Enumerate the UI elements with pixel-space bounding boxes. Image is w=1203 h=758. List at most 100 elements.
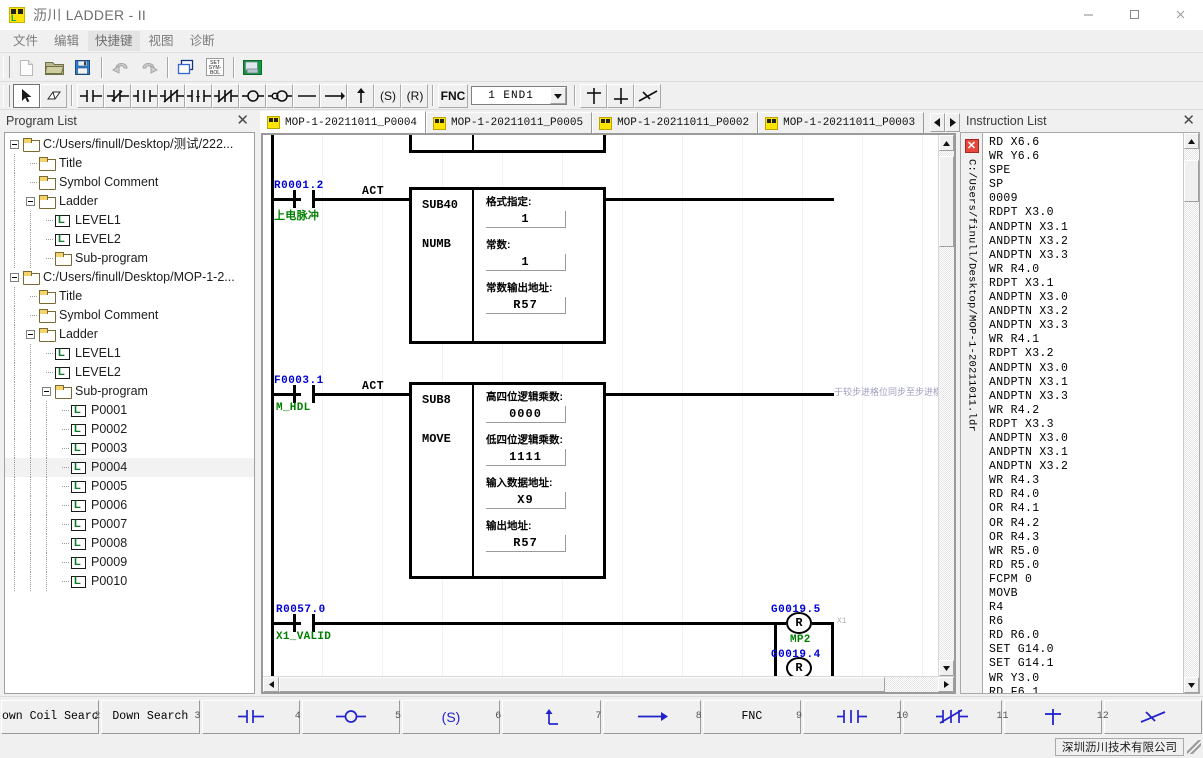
- set-symbol-icon[interactable]: SET SYM- BOL: [201, 55, 228, 80]
- tree-item[interactable]: P0009: [5, 553, 254, 572]
- tree-item[interactable]: LEVEL2: [5, 363, 254, 382]
- tree-item[interactable]: Symbol Comment: [5, 306, 254, 325]
- param-value[interactable]: 1: [486, 254, 566, 271]
- ladder-canvas[interactable]: R0001.2 上电脉冲 ACT SUB40 NUMB 格式指定: 1 常数: …: [263, 135, 938, 676]
- open-folder-icon[interactable]: [41, 55, 68, 80]
- chevron-down-icon[interactable]: [550, 87, 566, 104]
- no-contact-icon[interactable]: [293, 614, 315, 632]
- tree-item[interactable]: P0001: [5, 401, 254, 420]
- tree-item[interactable]: Title: [5, 287, 254, 306]
- tree-item[interactable]: Ladder: [5, 192, 254, 211]
- reset-coil-icon[interactable]: R: [786, 612, 812, 634]
- tab-scroll-left-button[interactable]: [930, 113, 945, 132]
- scroll-down-button[interactable]: [939, 660, 954, 676]
- rising-edge-contact-icon[interactable]: [131, 83, 158, 108]
- eraser-tool-icon[interactable]: [40, 83, 67, 108]
- program-tree[interactable]: C:/Users/finull/Desktop/测试/222... Title Sy…: [4, 132, 255, 694]
- function-block-sub8[interactable]: SUB8 MOVE 高四位逻辑乘数: 0000 低四位逻辑乘数: 1111 输入…: [409, 382, 606, 579]
- function-key-8[interactable]: 8 FNC: [696, 699, 801, 734]
- coil-icon[interactable]: [239, 83, 266, 108]
- function-block-sub40[interactable]: SUB40 NUMB 格式指定: 1 常数: 1 常数输出地址: R57: [409, 187, 606, 344]
- tree-expander-icon[interactable]: [23, 192, 39, 211]
- scroll-track[interactable]: [1184, 149, 1199, 677]
- tree-item[interactable]: Title: [5, 154, 254, 173]
- tree-item[interactable]: Ladder: [5, 325, 254, 344]
- menu-diagnostics[interactable]: 诊断: [183, 31, 222, 51]
- function-key-6[interactable]: 6: [495, 699, 601, 734]
- scroll-up-button[interactable]: [1184, 133, 1199, 149]
- document-tab[interactable]: MOP-1-20211011_P0003: [758, 112, 925, 133]
- ladder-horizontal-scrollbar[interactable]: [263, 676, 954, 692]
- instruction-list-file-tab[interactable]: ✕ C:/Users/finull/Desktop/MOP-1-20211011…: [960, 132, 982, 694]
- tree-item[interactable]: P0007: [5, 515, 254, 534]
- no-contact-icon[interactable]: [77, 83, 104, 108]
- tree-item[interactable]: LEVEL1: [5, 344, 254, 363]
- undo-icon[interactable]: [107, 55, 134, 80]
- set-coil-icon[interactable]: (S): [374, 83, 401, 108]
- document-tab[interactable]: MOP-1-20211011_P0005: [426, 112, 593, 133]
- new-file-icon[interactable]: [13, 55, 40, 80]
- param-value[interactable]: 1111: [486, 449, 566, 466]
- tree-item[interactable]: P0006: [5, 496, 254, 515]
- tree-item[interactable]: LEVEL2: [5, 230, 254, 249]
- tree-expander-icon[interactable]: [39, 382, 55, 401]
- horizontal-line-icon[interactable]: [293, 83, 320, 108]
- close-icon[interactable]: ✕: [232, 113, 253, 128]
- nc-contact-icon[interactable]: [104, 83, 131, 108]
- falling-edge-contact-icon[interactable]: [185, 83, 212, 108]
- minimize-button[interactable]: [1065, 0, 1111, 30]
- menu-shortcuts[interactable]: 快捷键: [88, 31, 140, 51]
- scroll-thumb[interactable]: [279, 677, 886, 692]
- tree-item[interactable]: Symbol Comment: [5, 173, 254, 192]
- function-key-11[interactable]: 11: [997, 699, 1102, 734]
- tree-item[interactable]: LEVEL1: [5, 211, 254, 230]
- function-key-10[interactable]: 10: [896, 699, 1002, 734]
- monitor-icon[interactable]: [239, 55, 266, 80]
- tree-item[interactable]: P0003: [5, 439, 254, 458]
- function-key-3[interactable]: 3: [195, 699, 300, 734]
- function-key-4[interactable]: 4: [295, 699, 400, 734]
- scroll-track[interactable]: [279, 677, 938, 692]
- scroll-right-button[interactable]: [938, 677, 954, 692]
- fnc-button[interactable]: FNC: [438, 83, 468, 108]
- tree-expander-icon[interactable]: [7, 135, 23, 154]
- function-key-5[interactable]: 5 (S): [395, 699, 501, 734]
- falling-edge-nc-contact-icon[interactable]: [212, 83, 239, 108]
- no-contact-icon[interactable]: [293, 385, 315, 403]
- function-key-7[interactable]: 7: [596, 699, 701, 734]
- param-value[interactable]: 1: [486, 211, 566, 228]
- toolbar-grip[interactable]: [3, 56, 10, 78]
- function-key-9[interactable]: 9: [796, 699, 902, 734]
- close-button[interactable]: [1157, 0, 1203, 30]
- vertical-up-icon[interactable]: [580, 83, 607, 108]
- menu-view[interactable]: 视图: [142, 31, 181, 51]
- reset-coil-icon[interactable]: R: [786, 657, 812, 676]
- no-contact-icon[interactable]: [293, 190, 315, 208]
- vertical-down-icon[interactable]: [607, 83, 634, 108]
- document-tab[interactable]: MOP-1-20211011_P0002: [592, 112, 759, 133]
- ladder-vertical-scrollbar[interactable]: [938, 135, 954, 676]
- function-key-2[interactable]: 2 Down Search: [94, 699, 200, 734]
- function-block-partial[interactable]: [409, 135, 606, 153]
- delete-line-icon[interactable]: [634, 83, 661, 108]
- tree-item[interactable]: P0004: [5, 458, 254, 477]
- resize-grip[interactable]: [1187, 740, 1201, 754]
- scroll-down-button[interactable]: [1184, 677, 1199, 693]
- tree-expander-icon[interactable]: [7, 268, 23, 287]
- redo-icon[interactable]: [135, 55, 162, 80]
- scroll-left-button[interactable]: [263, 677, 279, 692]
- document-tab[interactable]: MOP-1-20211011_P0004: [260, 111, 427, 133]
- instruction-list-scrollbar[interactable]: [1183, 133, 1199, 693]
- tree-item[interactable]: Sub-program: [5, 382, 254, 401]
- scroll-thumb[interactable]: [939, 155, 954, 248]
- param-value[interactable]: 0000: [486, 406, 566, 423]
- pointer-tool-icon[interactable]: [13, 83, 40, 108]
- menu-file[interactable]: 文件: [6, 31, 45, 51]
- level-select[interactable]: 1 END1: [471, 86, 567, 105]
- rising-edge-nc-contact-icon[interactable]: [158, 83, 185, 108]
- tree-item[interactable]: P0005: [5, 477, 254, 496]
- function-key-1[interactable]: 1own Coil Searc: [0, 699, 100, 734]
- tree-item[interactable]: P0008: [5, 534, 254, 553]
- tab-scroll-right-button[interactable]: [945, 113, 960, 132]
- scroll-track[interactable]: [939, 151, 954, 660]
